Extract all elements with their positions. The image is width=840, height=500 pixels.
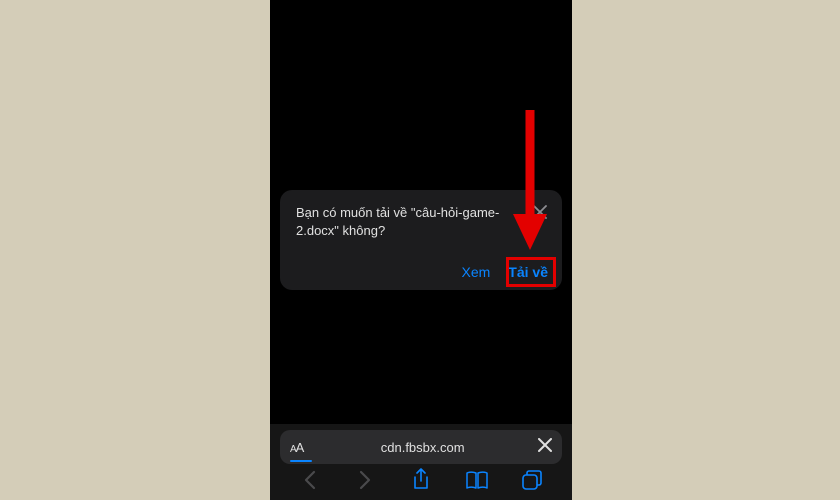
share-button[interactable]	[409, 468, 433, 492]
reader-format-button[interactable]: AA	[290, 440, 303, 455]
chevron-right-icon	[358, 470, 372, 490]
chevron-left-icon	[303, 470, 317, 490]
phone-screen: Bạn có muốn tải về "câu-hỏi-game-2.docx"…	[270, 0, 572, 500]
download-button[interactable]: Tải về	[508, 264, 548, 280]
download-dialog: Bạn có muốn tải về "câu-hỏi-game-2.docx"…	[280, 190, 562, 290]
back-button[interactable]	[298, 468, 322, 492]
dialog-message: Bạn có muốn tải về "câu-hỏi-game-2.docx"…	[296, 204, 546, 240]
book-icon	[465, 470, 489, 490]
forward-button[interactable]	[353, 468, 377, 492]
dialog-close-button[interactable]	[530, 202, 550, 222]
tabs-button[interactable]	[520, 468, 544, 492]
close-icon	[538, 438, 552, 452]
browser-bottom-bar: AA cdn.fbsbx.com	[270, 424, 572, 500]
dialog-actions: Xem Tải về	[462, 264, 549, 280]
tabs-icon	[521, 469, 543, 491]
stop-reload-button[interactable]	[538, 438, 552, 457]
url-bar[interactable]: AA cdn.fbsbx.com	[280, 430, 562, 464]
share-icon	[411, 468, 431, 492]
aa-indicator	[290, 460, 312, 462]
bookmarks-button[interactable]	[465, 468, 489, 492]
url-domain: cdn.fbsbx.com	[307, 440, 538, 455]
browser-toolbar	[270, 464, 572, 500]
close-icon	[533, 205, 547, 219]
view-button[interactable]: Xem	[462, 264, 491, 280]
